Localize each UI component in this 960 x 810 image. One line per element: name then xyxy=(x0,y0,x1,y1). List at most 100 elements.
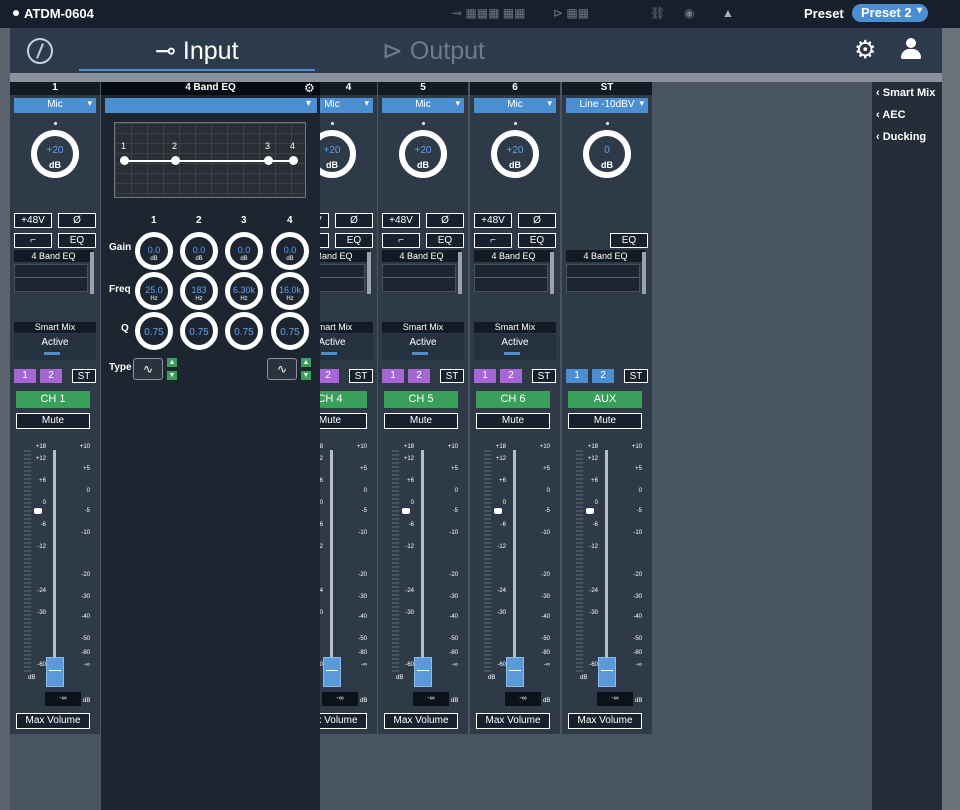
gain-knob[interactable]: +20 dB xyxy=(31,130,79,178)
fader-handle[interactable] xyxy=(598,657,616,687)
band-gain-knob[interactable]: 0.0 dB xyxy=(135,232,173,270)
settings-gear-icon[interactable]: ⚙ xyxy=(854,35,876,65)
high-pass-filter-button[interactable]: ⌐ xyxy=(14,233,52,248)
type-down-arrow-icon-2[interactable]: ▼ xyxy=(301,371,311,380)
assign-button-ST[interactable]: ST xyxy=(532,369,556,383)
phase-invert-button[interactable]: Ø xyxy=(335,213,373,228)
assign-button-1[interactable]: 1 xyxy=(566,369,588,383)
type-down-arrow-icon[interactable]: ▼ xyxy=(167,371,177,380)
low-shelf-filter-icon[interactable]: ∿ xyxy=(133,358,163,380)
eq-button[interactable]: EQ xyxy=(335,233,373,248)
assign-button-2[interactable]: 2 xyxy=(320,369,339,383)
gain-knob[interactable]: +20 dB xyxy=(491,130,539,178)
assign-button-ST[interactable]: ST xyxy=(72,369,96,383)
high-pass-filter-button[interactable]: ⌐ xyxy=(320,233,329,248)
assign-button-2[interactable]: 2 xyxy=(592,369,614,383)
eq-band-point[interactable] xyxy=(120,156,129,165)
mute-button[interactable]: Mute xyxy=(320,413,367,429)
link-icon[interactable]: ⛓ xyxy=(650,6,665,20)
identify-icon[interactable]: ◉ xyxy=(684,6,694,20)
band-gain-knob[interactable]: 0.0 dB xyxy=(271,232,309,270)
mute-button[interactable]: Mute xyxy=(16,413,90,429)
band-q-knob[interactable]: 0.75 xyxy=(271,312,309,350)
eq-button[interactable]: EQ xyxy=(518,233,556,248)
smart-mix-status[interactable]: Active xyxy=(382,334,464,360)
fader-handle[interactable] xyxy=(46,657,64,687)
max-volume-button[interactable]: Max Volume xyxy=(384,713,458,729)
eq-button[interactable]: EQ xyxy=(426,233,464,248)
right-panel-item-1[interactable]: ‹ AEC xyxy=(876,109,906,121)
band-freq-knob[interactable]: 183 Hz xyxy=(180,272,218,310)
eq-band-point[interactable] xyxy=(289,156,298,165)
smart-mix-status[interactable]: Active xyxy=(14,334,96,360)
fader-handle[interactable] xyxy=(323,657,341,687)
eq-button[interactable]: EQ xyxy=(58,233,96,248)
eq-button[interactable]: EQ xyxy=(610,233,648,248)
band-gain-knob[interactable]: 0.0 dB xyxy=(225,232,263,270)
phase-invert-button[interactable]: Ø xyxy=(518,213,556,228)
warning-icon[interactable]: ▲ xyxy=(722,6,734,20)
band-gain-knob[interactable]: 0.0 dB xyxy=(180,232,218,270)
eq-band-point[interactable] xyxy=(264,156,273,165)
assign-button-2[interactable]: 2 xyxy=(408,369,430,383)
mute-button[interactable]: Mute xyxy=(568,413,642,429)
eq-preview-scroll[interactable] xyxy=(367,252,371,294)
source-select[interactable]: Mic xyxy=(320,98,373,113)
source-select[interactable]: Mic xyxy=(474,98,556,113)
eq-preview[interactable] xyxy=(474,264,548,292)
user-icon[interactable] xyxy=(901,38,921,60)
band-q-knob[interactable]: 0.75 xyxy=(180,312,218,350)
assign-button-2[interactable]: 2 xyxy=(40,369,62,383)
gain-knob[interactable]: 0 dB xyxy=(583,130,631,178)
channel-name[interactable]: CH 4 xyxy=(320,391,367,408)
eq-type-select[interactable] xyxy=(105,98,317,113)
eq-preview-scroll[interactable] xyxy=(642,252,646,294)
assign-button-1[interactable]: 1 xyxy=(14,369,36,383)
eq-preview-scroll[interactable] xyxy=(550,252,554,294)
band-freq-knob[interactable]: 16.0k Hz xyxy=(271,272,309,310)
band-q-knob[interactable]: 0.75 xyxy=(225,312,263,350)
gain-knob[interactable]: +20 dB xyxy=(320,130,356,178)
assign-button-ST[interactable]: ST xyxy=(349,369,373,383)
assign-button-ST[interactable]: ST xyxy=(624,369,648,383)
type-up-arrow-icon-2[interactable]: ▲ xyxy=(301,358,311,367)
right-panel-item-2[interactable]: ‹ Ducking xyxy=(876,131,926,143)
band-freq-knob[interactable]: 6.30k Hz xyxy=(225,272,263,310)
source-select[interactable]: Mic xyxy=(14,98,96,113)
mute-button[interactable]: Mute xyxy=(384,413,458,429)
phase-invert-button[interactable]: Ø xyxy=(58,213,96,228)
right-panel-item-0[interactable]: ‹ Smart Mix xyxy=(876,87,935,99)
eq-preview-scroll[interactable] xyxy=(90,252,94,294)
eq-preview[interactable] xyxy=(566,264,640,292)
eq-preview[interactable] xyxy=(14,264,88,292)
max-volume-button[interactable]: Max Volume xyxy=(568,713,642,729)
eq-preview[interactable] xyxy=(320,264,365,292)
source-select[interactable]: Mic xyxy=(382,98,464,113)
preset-select[interactable]: Preset 2 xyxy=(852,4,928,22)
type-up-arrow-icon[interactable]: ▲ xyxy=(167,358,177,367)
high-pass-filter-button[interactable]: ⌐ xyxy=(474,233,512,248)
tab-output[interactable]: ⊳ Output xyxy=(382,36,485,66)
eq-settings-gear-icon[interactable]: ⚙ xyxy=(304,81,315,95)
phantom-power-button[interactable]: +48V xyxy=(320,213,329,228)
fader-handle[interactable] xyxy=(506,657,524,687)
assign-button-1[interactable]: 1 xyxy=(474,369,496,383)
phantom-power-button[interactable]: +48V xyxy=(382,213,420,228)
channel-name[interactable]: AUX xyxy=(568,391,642,408)
band-q-knob[interactable]: 0.75 xyxy=(135,312,173,350)
source-select[interactable]: Line -10dBV xyxy=(566,98,648,113)
scrollbar[interactable] xyxy=(942,28,960,810)
channel-name[interactable]: CH 6 xyxy=(476,391,550,408)
high-shelf-filter-icon[interactable]: ∿ xyxy=(267,358,297,380)
high-pass-filter-button[interactable]: ⌐ xyxy=(382,233,420,248)
gain-knob[interactable]: +20 dB xyxy=(399,130,447,178)
band-freq-knob[interactable]: 25.0 Hz xyxy=(135,272,173,310)
tab-input[interactable]: ⊸ Input xyxy=(155,36,239,66)
eq-band-point[interactable] xyxy=(171,156,180,165)
fader-handle[interactable] xyxy=(414,657,432,687)
smart-mix-status[interactable]: Active xyxy=(320,334,373,360)
max-volume-button[interactable]: Max Volume xyxy=(476,713,550,729)
assign-button-2[interactable]: 2 xyxy=(500,369,522,383)
mute-button[interactable]: Mute xyxy=(476,413,550,429)
eq-preview-scroll[interactable] xyxy=(458,252,462,294)
